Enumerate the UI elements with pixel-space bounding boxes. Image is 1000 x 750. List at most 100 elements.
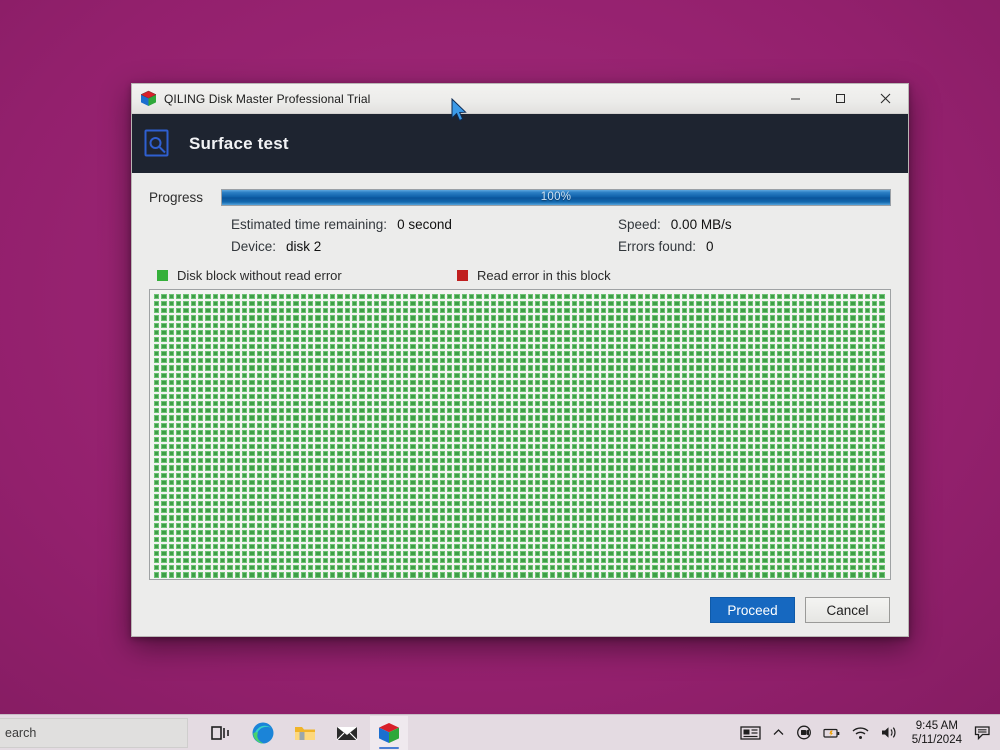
- disk-block: [556, 307, 564, 315]
- disk-block: [600, 357, 608, 365]
- disk-block: [365, 364, 373, 372]
- disk-block: [336, 471, 344, 479]
- disk-block: [262, 314, 271, 322]
- disk-block: [446, 335, 454, 343]
- disk-block: [578, 357, 586, 365]
- cancel-button[interactable]: Cancel: [805, 597, 890, 623]
- disk-block: [863, 450, 872, 458]
- disk-block: [841, 564, 850, 572]
- disk-block: [233, 307, 241, 315]
- taskbar-item-edge[interactable]: [244, 716, 282, 750]
- disk-block: [658, 407, 666, 415]
- tray-notifications-icon[interactable]: [969, 716, 996, 750]
- disk-block: [534, 392, 542, 401]
- tray-battery-icon[interactable]: [818, 716, 846, 750]
- disk-block: [438, 378, 447, 386]
- disk-block: [292, 307, 300, 315]
- disk-block: [358, 321, 366, 329]
- disk-block: [240, 571, 249, 579]
- disk-block: [153, 364, 161, 372]
- disk-block: [871, 364, 879, 372]
- minimize-button[interactable]: [773, 84, 818, 114]
- disk-block: [174, 357, 183, 365]
- tray-news-icon[interactable]: [735, 716, 766, 750]
- disk-block: [607, 293, 615, 301]
- disk-block: [460, 300, 469, 308]
- taskbar-item-file-explorer[interactable]: [286, 716, 324, 750]
- taskbar-item-qiling-disk-master[interactable]: [370, 715, 408, 750]
- disk-block: [431, 350, 439, 358]
- maximize-button[interactable]: [818, 84, 863, 114]
- disk-block: [834, 500, 842, 508]
- disk-block: [563, 357, 571, 365]
- disk-block: [438, 442, 447, 451]
- disk-block: [709, 550, 718, 558]
- disk-block: [673, 371, 681, 379]
- disk-block: [482, 557, 491, 565]
- disk-block: [731, 492, 740, 501]
- disk-block: [416, 364, 425, 372]
- tray-device-icon[interactable]: [791, 716, 817, 750]
- disk-block: [512, 478, 520, 486]
- taskbar-item-mail[interactable]: [328, 716, 366, 750]
- disk-block: [438, 550, 447, 558]
- disk-block: [709, 478, 718, 486]
- disk-block: [321, 371, 329, 379]
- disk-block: [702, 514, 710, 522]
- disk-block: [512, 300, 520, 308]
- disk-block: [702, 293, 710, 301]
- disk-block: [856, 542, 864, 551]
- close-button[interactable]: [863, 84, 908, 114]
- disk-block: [358, 400, 366, 408]
- disk-block: [182, 307, 190, 315]
- disk-block: [299, 542, 307, 551]
- taskbar-item-task-view[interactable]: [202, 716, 240, 750]
- disk-block: [797, 557, 806, 565]
- disk-block: [856, 521, 864, 529]
- disk-block: [365, 500, 373, 508]
- search-input[interactable]: earch: [0, 717, 188, 748]
- disk-block: [622, 457, 630, 465]
- disk-block: [153, 293, 161, 301]
- tray-wifi-icon[interactable]: [847, 716, 874, 750]
- tray-volume-icon[interactable]: [875, 716, 903, 750]
- disk-block: [211, 464, 219, 472]
- disk-block: [724, 492, 732, 501]
- taskbar-clock[interactable]: 9:45 AM 5/11/2024: [904, 716, 968, 750]
- disk-block: [827, 385, 835, 393]
- disk-block: [424, 557, 432, 565]
- disk-block: [768, 321, 776, 329]
- disk-block: [512, 507, 520, 515]
- disk-block: [871, 550, 879, 558]
- disk-block: [277, 392, 285, 401]
- disk-block: [482, 414, 491, 422]
- disk-block: [306, 307, 315, 315]
- disk-block: [541, 364, 549, 372]
- disk-block: [328, 478, 337, 486]
- disk-block: [790, 350, 798, 358]
- disk-block: [548, 407, 557, 415]
- window-titlebar[interactable]: QILING Disk Master Professional Trial: [132, 84, 908, 114]
- disk-block: [702, 442, 710, 451]
- disk-block: [636, 407, 644, 415]
- disk-block: [328, 542, 337, 551]
- disk-block: [709, 507, 718, 515]
- disk-block: [402, 328, 410, 336]
- disk-block: [556, 371, 564, 379]
- disk-block: [218, 528, 227, 536]
- disk-block: [336, 392, 344, 401]
- disk-block: [578, 428, 586, 436]
- tray-chevron-up-icon[interactable]: [767, 716, 790, 750]
- disk-block: [240, 557, 249, 565]
- disk-block: [314, 385, 322, 393]
- disk-block: [424, 407, 432, 415]
- disk-block: [849, 500, 857, 508]
- disk-block: [167, 350, 175, 358]
- disk-block: [534, 435, 542, 443]
- proceed-button[interactable]: Proceed: [710, 597, 795, 623]
- disk-block: [827, 350, 835, 358]
- disk-block: [834, 571, 842, 579]
- disk-block: [196, 435, 205, 443]
- disk-block: [651, 457, 659, 465]
- disk-block: [548, 507, 557, 515]
